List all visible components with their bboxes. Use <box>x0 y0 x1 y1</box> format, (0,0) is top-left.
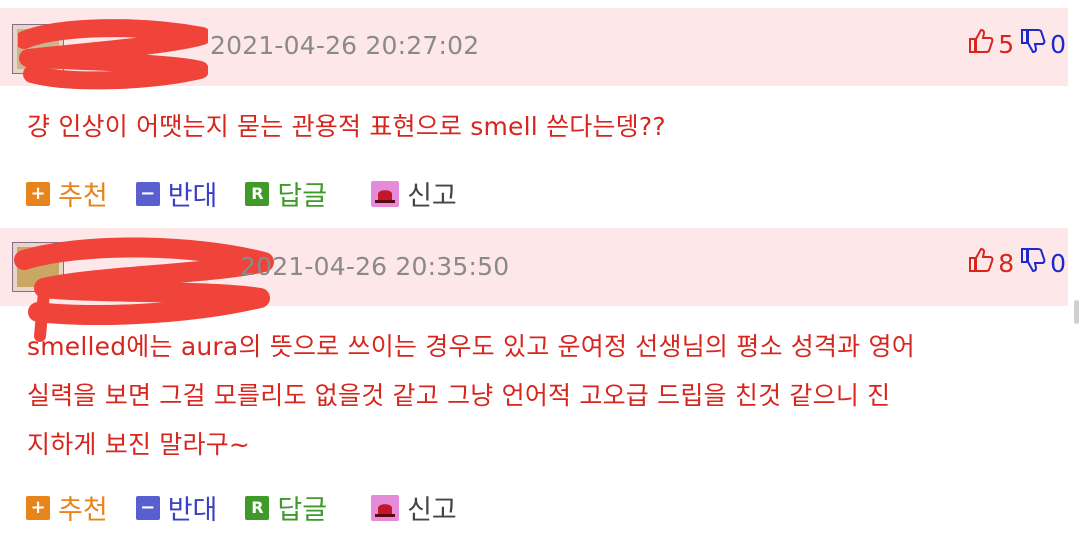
recommend-button[interactable]: + 추천 <box>26 174 108 213</box>
scrollbar[interactable] <box>1072 0 1080 537</box>
report-label: 신고 <box>407 181 457 212</box>
oppose-label: 반대 <box>167 495 218 526</box>
downvote-count: 0 <box>1050 29 1066 59</box>
upvote-count: 5 <box>998 29 1015 59</box>
reply-r-icon: R <box>245 495 270 520</box>
redacted-username-mark <box>18 18 208 90</box>
recommend-label: 추천 <box>58 181 108 212</box>
thumbs-up-icon[interactable] <box>968 28 994 60</box>
thumbs-up-icon[interactable] <box>968 247 994 279</box>
comment-body: 걍 인상이 어땟는지 묻는 관용적 표현으로 smell 쓴다는뎅?? <box>27 102 1057 151</box>
comment-actions: + 추천 − 반대 R 답글 신고 <box>26 488 485 527</box>
report-button[interactable]: 신고 <box>371 488 457 527</box>
scrollbar-thumb[interactable] <box>1074 300 1079 324</box>
comment-timestamp: 2021-04-26 20:35:50 <box>240 252 510 281</box>
plus-icon: + <box>26 181 50 206</box>
report-label: 신고 <box>407 495 457 526</box>
reply-button[interactable]: R 답글 <box>245 488 327 527</box>
siren-icon <box>371 494 400 521</box>
comment-line: 걍 인상이 어땟는지 묻는 관용적 표현으로 smell 쓴다는뎅?? <box>27 112 666 141</box>
plus-icon: + <box>26 495 50 520</box>
reply-button[interactable]: R 답글 <box>245 174 327 213</box>
reply-r-icon: R <box>245 181 270 206</box>
comment-line: 지하게 보진 말라구~ <box>27 430 251 459</box>
downvote-count: 0 <box>1050 248 1066 278</box>
reply-label: 답글 <box>277 495 328 526</box>
comment-body: smelled에는 aura의 뜻으로 쓰이는 경우도 있고 운여정 선생님의 … <box>27 322 1057 469</box>
minus-icon: − <box>135 181 160 206</box>
comment-line: smelled에는 aura의 뜻으로 쓰이는 경우도 있고 운여정 선생님의 … <box>27 332 915 361</box>
siren-icon <box>371 180 400 207</box>
recommend-label: 추천 <box>58 495 108 526</box>
recommend-button[interactable]: + 추천 <box>26 488 108 527</box>
vote-counts: 5 0 <box>968 24 1066 64</box>
comment-actions: + 추천 − 반대 R 답글 신고 <box>26 174 485 213</box>
comment-line: 실력을 보면 그걸 모를리도 없을것 같고 그냥 언어적 고오급 드립을 친것 … <box>27 381 891 410</box>
comment-timestamp: 2021-04-26 20:27:02 <box>210 31 480 60</box>
thumbs-down-icon[interactable] <box>1020 247 1046 279</box>
reply-label: 답글 <box>277 181 328 212</box>
vote-counts: 8 0 <box>968 243 1066 283</box>
oppose-label: 반대 <box>167 181 218 212</box>
thumbs-down-icon[interactable] <box>1020 28 1046 60</box>
upvote-count: 8 <box>998 248 1015 278</box>
oppose-button[interactable]: − 반대 <box>135 174 218 213</box>
minus-icon: − <box>135 495 160 520</box>
oppose-button[interactable]: − 반대 <box>135 488 218 527</box>
report-button[interactable]: 신고 <box>371 174 457 213</box>
